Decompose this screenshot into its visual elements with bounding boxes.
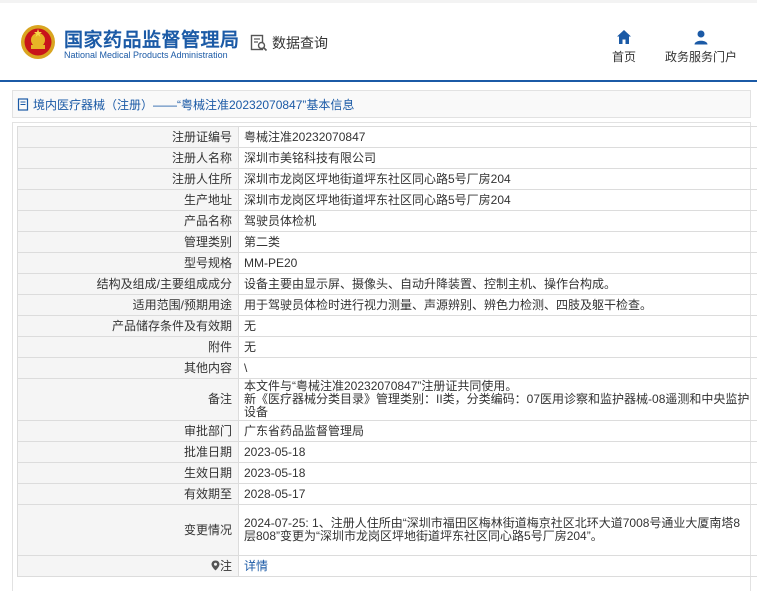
field-value: 广东省药品监督管理局	[238, 420, 757, 442]
site-name-en[interactable]: National Medical Products Administration	[64, 50, 228, 60]
table-row: 注册人名称 深圳市美铭科技有限公司	[17, 147, 757, 169]
field-value: 驾驶员体检机	[238, 210, 757, 232]
field-value: 2028-05-17	[238, 483, 757, 505]
user-icon	[694, 30, 708, 45]
field-label: 有效期至	[17, 483, 239, 505]
table-row: 结构及组成/主要组成成分 设备主要由显示屏、摄像头、自动升降装置、控制主机、操作台…	[17, 273, 757, 295]
detail-panel: 注册证编号 粤械注准20232070847 注册人名称 深圳市美铭科技有限公司 注册…	[12, 122, 757, 591]
field-value: 设备主要由显示屏、摄像头、自动升降装置、控制主机、操作台构成。	[238, 273, 757, 295]
table-row: 注册人住所 深圳市龙岗区坪地街道坪东社区同心路5号厂房204	[17, 168, 757, 190]
site-header: 国家药品监督管理局 National Medical Products Admi…	[0, 0, 757, 80]
field-label: 其他内容	[17, 357, 239, 379]
field-value: 2023-05-18	[238, 462, 757, 484]
nav-home-label: 首页	[612, 50, 637, 64]
table-row: 注 详情	[17, 555, 757, 577]
breadcrumb: 境内医疗器械（注册）——“粤械注准20232070847”基本信息	[12, 90, 751, 118]
site-name-cn[interactable]: 国家药品监督管理局	[64, 25, 240, 52]
field-label: 变更情况	[17, 504, 239, 556]
field-value: 粤械注准20232070847	[238, 126, 757, 148]
field-value: 第二类	[238, 231, 757, 253]
nav-home[interactable]: 首页	[612, 28, 636, 65]
field-label: 产品储存条件及有效期	[17, 315, 239, 337]
document-search-icon	[250, 34, 268, 52]
table-row: 注册证编号 粤械注准20232070847	[17, 126, 757, 148]
table-row: 产品名称 驾驶员体检机	[17, 210, 757, 232]
table-row: 生效日期 2023-05-18	[17, 462, 757, 484]
field-value: 深圳市美铭科技有限公司	[238, 147, 757, 169]
field-label: 产品名称	[17, 210, 239, 232]
field-value: 深圳市龙岗区坪地街道坪东社区同心路5号厂房204	[238, 189, 757, 211]
field-value: MM-PE20	[238, 252, 757, 274]
field-label: 结构及组成/主要组成成分	[17, 273, 239, 295]
table-row: 变更情况 2024-07-25: 1、注册人住所由“深圳市福田区梅林街道梅京社区北…	[17, 504, 757, 556]
field-label: 注册人名称	[17, 147, 239, 169]
field-value: 无	[238, 336, 757, 358]
nav-service-portal[interactable]: 政务服务门户	[665, 28, 737, 65]
breadcrumb-text[interactable]: 境内医疗器械（注册）——“粤械注准20232070847”基本信息	[33, 96, 354, 113]
field-value: 用于驾驶员体检时进行视力测量、声源辨别、辨色力检测、四肢及躯干检查。	[238, 294, 757, 316]
detail-table: 注册证编号 粤械注准20232070847 注册人名称 深圳市美铭科技有限公司 注册…	[17, 126, 757, 577]
field-label: 生效日期	[17, 462, 239, 484]
table-row: 型号规格 MM-PE20	[17, 252, 757, 274]
field-label: 型号规格	[17, 252, 239, 274]
field-label: 适用范围/预期用途	[17, 294, 239, 316]
table-row: 适用范围/预期用途 用于驾驶员体检时进行视力测量、声源辨别、辨色力检测、四肢及躯干…	[17, 294, 757, 316]
data-query-link[interactable]: 数据查询	[250, 33, 328, 53]
table-row: 备注 本文件与“粤械注准20232070847”注册证共同使用。 新《医疗器械分类目…	[17, 378, 757, 421]
field-value: 无	[238, 315, 757, 337]
remark-line-2: 新《医疗器械分类目录》管理类别：II类，分类编码：07医用诊察和监护器械-08遥…	[244, 392, 750, 419]
field-label: 审批部门	[17, 420, 239, 442]
data-query-label: 数据查询	[272, 35, 328, 51]
field-value: 2023-05-18	[238, 441, 757, 463]
home-icon	[617, 30, 631, 44]
field-value-remarks: 本文件与“粤械注准20232070847”注册证共同使用。 新《医疗器械分类目录》…	[238, 378, 757, 421]
field-label: 备注	[17, 378, 239, 421]
table-row: 批准日期 2023-05-18	[17, 441, 757, 463]
table-row: 管理类别 第二类	[17, 231, 757, 253]
document-icon	[17, 97, 29, 111]
table-row: 有效期至 2028-05-17	[17, 483, 757, 505]
note-label: 注	[219, 558, 232, 573]
table-row: 审批部门 广东省药品监督管理局	[17, 420, 757, 442]
field-label-note: 注	[17, 555, 239, 577]
table-row: 其他内容 \	[17, 357, 757, 379]
table-row: 生产地址 深圳市龙岗区坪地街道坪东社区同心路5号厂房204	[17, 189, 757, 211]
table-row: 附件无	[17, 336, 757, 358]
header-divider	[0, 80, 757, 82]
field-value: \	[238, 357, 757, 379]
national-emblem-icon	[21, 25, 55, 59]
field-label: 附件	[17, 336, 239, 358]
field-label: 管理类别	[17, 231, 239, 253]
field-label: 批准日期	[17, 441, 239, 463]
table-row: 产品储存条件及有效期无	[17, 315, 757, 337]
location-pin-icon	[211, 560, 220, 570]
top-border	[0, 0, 757, 3]
field-value: 详情	[238, 555, 757, 577]
details-link[interactable]: 详情	[244, 559, 268, 573]
field-value: 2024-07-25: 1、注册人住所由“深圳市福田区梅林街道梅京社区北环大道7…	[238, 504, 757, 556]
field-label: 注册证编号	[17, 126, 239, 148]
field-label: 生产地址	[17, 189, 239, 211]
field-label: 注册人住所	[17, 168, 239, 190]
field-value: 深圳市龙岗区坪地街道坪东社区同心路5号厂房204	[238, 168, 757, 190]
nav-service-portal-label: 政务服务门户	[665, 50, 738, 64]
